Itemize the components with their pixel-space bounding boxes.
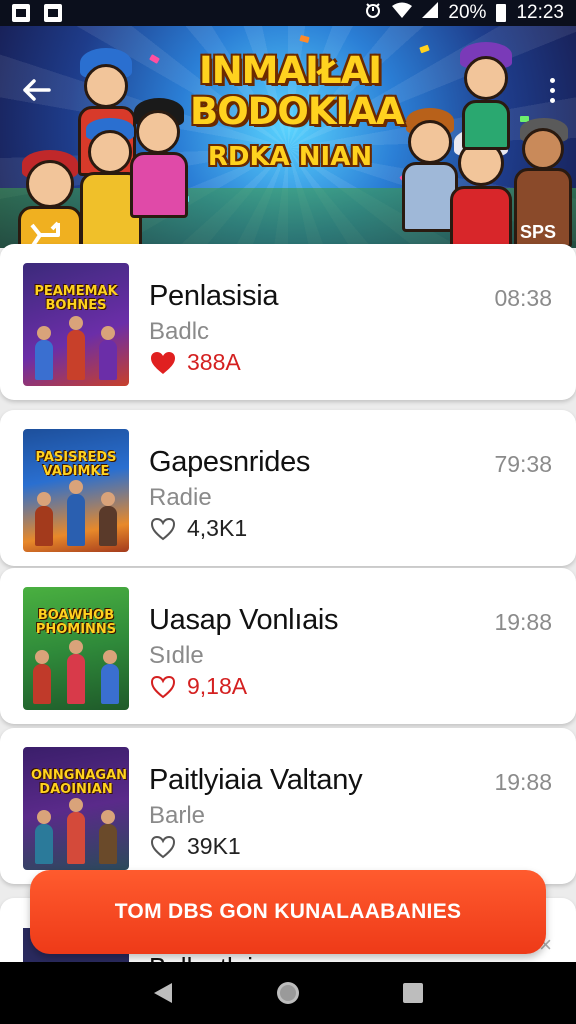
heart-outline-icon[interactable] bbox=[149, 674, 177, 700]
thumbnail-title: ONNGNAGAN DAOINIAN bbox=[31, 768, 128, 797]
home-circle-icon bbox=[276, 982, 299, 1004]
heart-filled-icon[interactable] bbox=[149, 350, 177, 376]
hero-title: INMAIŁAI BODOKIAA RDKA NIAN bbox=[190, 49, 405, 172]
back-arrow-icon bbox=[23, 79, 51, 101]
thumbnail-figure bbox=[35, 492, 53, 546]
notification-icon bbox=[44, 4, 62, 22]
hero-title-line-1: INMAIŁAI bbox=[198, 49, 382, 92]
status-bar: 20% 12:23 bbox=[0, 0, 576, 26]
back-button[interactable] bbox=[14, 70, 58, 110]
thumbnail-figure bbox=[99, 810, 117, 864]
game-time: 79:38 bbox=[494, 451, 552, 477]
thumbnail-figure bbox=[99, 326, 117, 380]
more-vert-dot bbox=[549, 97, 555, 103]
thumbnail-figure bbox=[101, 650, 119, 704]
app-screen: 20% 12:23 INMAIŁAI BODOKIAA RDKA NIAN SP… bbox=[0, 0, 576, 1024]
more-vert-icon bbox=[549, 77, 555, 83]
game-subtitle: Badlc bbox=[149, 318, 210, 345]
game-subtitle: Radie bbox=[149, 484, 212, 511]
nav-home-button[interactable] bbox=[268, 973, 308, 1013]
thumbnail-figure bbox=[67, 640, 85, 704]
likes-count: 388A bbox=[187, 349, 241, 375]
hero-title-line-2: BODOKIAA bbox=[190, 90, 405, 133]
likes-count: 9,18A bbox=[187, 673, 248, 699]
game-time: 19:88 bbox=[494, 609, 552, 635]
signal-icon bbox=[422, 2, 439, 24]
clock: 12:23 bbox=[516, 2, 564, 23]
game-card[interactable]: ONNGNAGAN DAOINIAN Paitlyiaia Valtany Ba… bbox=[0, 728, 576, 884]
likes-row: 388A bbox=[149, 349, 241, 376]
battery-percent: 20% bbox=[448, 2, 487, 23]
hero-tag: SPS bbox=[519, 222, 556, 242]
more-options-button[interactable] bbox=[540, 70, 564, 110]
game-subtitle: Barle bbox=[149, 802, 206, 829]
game-thumbnail: ONNGNAGAN DAOINIAN bbox=[23, 747, 129, 870]
thumbnail-figure bbox=[67, 480, 85, 546]
game-card[interactable]: BOAWHOB PHOMINNS Uasap Vonlıais Sıdle 19… bbox=[0, 568, 576, 724]
game-card[interactable]: PEAMEMAK BOHNES Penlasisia Badlc 08:38 3… bbox=[0, 244, 576, 400]
game-title: Penlasisia bbox=[149, 280, 279, 312]
thumbnail-figure bbox=[35, 810, 53, 864]
game-thumbnail: BOAWHOB PHOMINNS bbox=[23, 587, 129, 710]
alarm-icon bbox=[364, 1, 382, 25]
thumbnail-figure bbox=[35, 326, 53, 380]
hero-banner: INMAIŁAI BODOKIAA RDKA NIAN SPS bbox=[0, 26, 576, 248]
wifi-icon bbox=[392, 2, 413, 24]
game-subtitle: Sıdle bbox=[149, 642, 204, 669]
back-triangle-icon bbox=[153, 983, 172, 1003]
likes-row: 4,3K1 bbox=[149, 515, 247, 542]
thumbnail-title: PASISREDS VADIMKE bbox=[35, 450, 117, 479]
cta-button[interactable]: TOM DBS GON KUNALAABANIES bbox=[30, 870, 546, 954]
thumbnail-title: PEAMEMAK BOHNES bbox=[34, 284, 118, 313]
more-vert-dot bbox=[549, 87, 555, 93]
hero-subtitle: RDKA NIAN bbox=[207, 142, 373, 172]
image-icon bbox=[12, 4, 30, 22]
nav-back-button[interactable] bbox=[143, 973, 183, 1013]
hero-character bbox=[126, 98, 192, 248]
heart-outline-icon[interactable] bbox=[149, 834, 177, 860]
game-title: Paitlyiaia Valtany bbox=[149, 764, 363, 796]
game-time: 19:88 bbox=[494, 769, 552, 795]
thumbnail-figure bbox=[67, 798, 85, 864]
game-title: Gapesnrides bbox=[149, 446, 311, 478]
heart-outline-icon[interactable] bbox=[149, 516, 177, 542]
game-card[interactable]: PASISREDS VADIMKE Gapesnrides Radie 79:3… bbox=[0, 410, 576, 566]
game-time: 08:38 bbox=[494, 285, 552, 311]
thumbnail-figure bbox=[33, 650, 51, 704]
thumbnail-figure bbox=[67, 316, 85, 380]
recents-square-icon bbox=[403, 983, 424, 1003]
battery-icon bbox=[496, 4, 507, 22]
likes-row: 39K1 bbox=[149, 833, 241, 860]
thumbnail-figure bbox=[99, 492, 117, 546]
likes-count: 39K1 bbox=[187, 833, 241, 859]
thumbnail-title: BOAWHOB PHOMINNS bbox=[35, 608, 117, 637]
system-nav-bar bbox=[0, 962, 576, 1024]
game-thumbnail: PEAMEMAK BOHNES bbox=[23, 263, 129, 386]
likes-count: 4,3K1 bbox=[187, 515, 248, 541]
game-title: Uasap Vonlıais bbox=[149, 604, 339, 636]
game-thumbnail: PASISREDS VADIMKE bbox=[23, 429, 129, 552]
likes-row: 9,18A bbox=[149, 673, 247, 700]
nav-recents-button[interactable] bbox=[393, 973, 433, 1013]
